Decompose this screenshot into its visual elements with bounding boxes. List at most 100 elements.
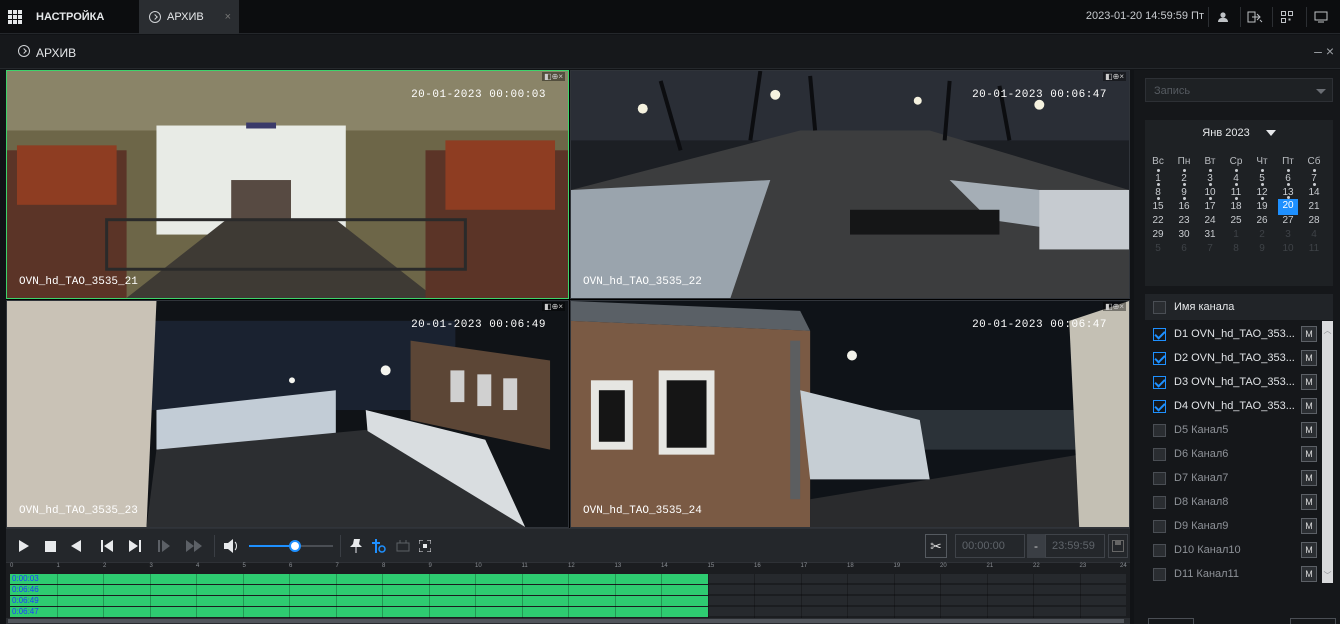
calendar-day[interactable]: 26: [1252, 214, 1272, 228]
previous-frame-icon[interactable]: [98, 536, 116, 556]
timeline-record-segment[interactable]: [10, 574, 708, 584]
calendar-day[interactable]: 18: [1226, 197, 1246, 214]
calendar-day[interactable]: 30: [1174, 228, 1194, 242]
channel-item[interactable]: D6 Канал6 M: [1145, 442, 1323, 466]
timeline-record-segment[interactable]: [10, 607, 708, 617]
calendar-day[interactable]: 27: [1278, 214, 1298, 228]
qr-icon[interactable]: [1272, 7, 1300, 27]
pane-tools[interactable]: ◧⊕×: [1103, 72, 1126, 81]
channel-stream-toggle[interactable]: M: [1301, 398, 1317, 414]
next-frame-icon[interactable]: [126, 536, 144, 556]
grid-menu-icon[interactable]: [8, 10, 22, 24]
channel-item[interactable]: D1 OVN_hd_TAO_353... M: [1145, 322, 1323, 346]
channel-stream-toggle[interactable]: M: [1301, 350, 1317, 366]
stop-icon[interactable]: [42, 536, 58, 556]
channel-stream-toggle[interactable]: M: [1301, 566, 1317, 582]
channel-checkbox[interactable]: [1153, 351, 1166, 365]
channel-item[interactable]: D4 OVN_hd_TAO_353... M: [1145, 394, 1323, 418]
channel-stream-toggle[interactable]: M: [1301, 518, 1317, 534]
calendar-day[interactable]: 24: [1200, 214, 1220, 228]
calendar-day[interactable]: 29: [1148, 228, 1168, 242]
timeline-record-segment[interactable]: [10, 585, 708, 595]
play-icon[interactable]: [16, 536, 32, 556]
panel-button[interactable]: [1290, 618, 1336, 624]
channel-checkbox[interactable]: [1153, 567, 1166, 581]
record-type-select[interactable]: Запись: [1145, 78, 1333, 102]
calendar-day[interactable]: 23: [1174, 214, 1194, 228]
pane-tools[interactable]: ◧⊕×: [1103, 302, 1126, 311]
channel-stream-toggle[interactable]: M: [1301, 542, 1317, 558]
tab-close-icon[interactable]: ×: [225, 11, 231, 23]
channel-checkbox[interactable]: [1153, 423, 1166, 437]
calendar-day[interactable]: 25: [1226, 214, 1246, 228]
channel-item[interactable]: D3 OVN_hd_TAO_353... M: [1145, 370, 1323, 394]
calendar-month-selector[interactable]: Янв 2023: [1145, 120, 1333, 146]
scroll-up-icon[interactable]: ︿: [1323, 325, 1332, 335]
pin-icon[interactable]: [348, 536, 364, 556]
smart-search-icon[interactable]: [370, 536, 388, 556]
channel-scrollbar[interactable]: ︿ ﹀: [1322, 321, 1333, 583]
clip-end-time[interactable]: 23:59:59: [1045, 534, 1105, 558]
channel-list-header[interactable]: Имя канала: [1145, 294, 1333, 320]
calendar-day[interactable]: 19: [1252, 197, 1272, 214]
channel-stream-toggle[interactable]: M: [1301, 446, 1317, 462]
channel-item[interactable]: D8 Канал8 M: [1145, 490, 1323, 514]
timeline-scrollbar[interactable]: [6, 618, 1130, 624]
reverse-play-icon[interactable]: [68, 536, 84, 556]
calendar-day[interactable]: 21: [1304, 200, 1324, 214]
channel-checkbox[interactable]: [1153, 471, 1166, 485]
channel-item[interactable]: D5 Канал5 M: [1145, 418, 1323, 442]
pane-tools[interactable]: ◧⊕×: [542, 72, 565, 81]
video-pane-3[interactable]: 20-01-2023 00:06:49 OVN_hd_TAO_3535_23 ◧…: [6, 300, 569, 528]
slow-play-icon[interactable]: [156, 536, 174, 556]
channel-item[interactable]: D10 Канал10 M: [1145, 538, 1323, 562]
calendar-day[interactable]: 28: [1304, 214, 1324, 228]
fullscreen-icon[interactable]: [1306, 7, 1334, 27]
channel-item[interactable]: D11 Канал11 M: [1145, 562, 1323, 586]
fit-screen-icon[interactable]: [416, 536, 434, 556]
channel-checkbox[interactable]: [1153, 543, 1166, 557]
user-icon[interactable]: [1208, 7, 1236, 27]
timeline-record-segment[interactable]: [10, 596, 708, 606]
channel-checkbox[interactable]: [1153, 327, 1166, 341]
scroll-down-icon[interactable]: ﹀: [1323, 570, 1332, 580]
calendar-day[interactable]: 14: [1304, 183, 1324, 200]
channel-stream-toggle[interactable]: M: [1301, 470, 1317, 486]
panel-button[interactable]: [1148, 618, 1194, 624]
volume-icon[interactable]: [222, 536, 242, 556]
channel-stream-toggle[interactable]: M: [1301, 374, 1317, 390]
channel-stream-toggle[interactable]: M: [1301, 326, 1317, 342]
channel-stream-toggle[interactable]: M: [1301, 422, 1317, 438]
scissors-icon[interactable]: ✂: [925, 534, 947, 558]
channel-checkbox[interactable]: [1153, 399, 1166, 413]
timeline-scroll-thumb[interactable]: [8, 619, 1124, 623]
fast-forward-icon[interactable]: [184, 536, 204, 556]
timeline[interactable]: 0 1 2 3 4 5 6 7 8 9 10 11 12 13 14 15 16 17 18 19 20 21 22 23 24…: [6, 562, 1130, 624]
channel-item[interactable]: D2 OVN_hd_TAO_353... M: [1145, 346, 1323, 370]
pane-tools[interactable]: ◧⊕×: [542, 302, 565, 311]
logout-icon[interactable]: [1240, 7, 1268, 27]
calendar-day[interactable]: 22: [1148, 214, 1168, 228]
clip-start-time[interactable]: 00:00:00: [955, 534, 1025, 558]
timeline-rows[interactable]: 0:00:03 0:06:46 0:06:49 0:06:47: [10, 574, 1126, 618]
calendar-day[interactable]: 15: [1148, 197, 1168, 214]
volume-slider-handle[interactable]: [289, 540, 302, 552]
video-pane-1[interactable]: 20-01-2023 00:00:03 OVN_hd_TAO_3535_21 ◧…: [6, 70, 569, 299]
calendar-day[interactable]: 16: [1174, 197, 1194, 214]
channel-stream-toggle[interactable]: M: [1301, 494, 1317, 510]
save-clip-icon[interactable]: [1108, 534, 1128, 558]
channel-checkbox[interactable]: [1153, 495, 1166, 509]
video-pane-2[interactable]: 20-01-2023 00:06:47 OVN_hd_TAO_3535_22 ◧…: [570, 70, 1130, 299]
sync-icon[interactable]: [394, 536, 412, 556]
calendar-day[interactable]: 17: [1200, 197, 1220, 214]
channel-item[interactable]: D9 Канал9 M: [1145, 514, 1323, 538]
tab-settings[interactable]: НАСТРОЙКА: [8, 0, 138, 34]
volume-slider[interactable]: [249, 540, 333, 552]
video-pane-4[interactable]: 20-01-2023 00:06:47 OVN_hd_TAO_3535_24 ◧…: [570, 300, 1130, 528]
calendar-day-selected[interactable]: 20: [1278, 196, 1298, 215]
window-controls[interactable]: – ×: [1314, 43, 1334, 59]
channel-checkbox[interactable]: [1153, 519, 1166, 533]
tab-archive[interactable]: АРХИВ ×: [139, 0, 239, 34]
channel-item[interactable]: D7 Канал7 M: [1145, 466, 1323, 490]
channel-checkbox[interactable]: [1153, 375, 1166, 389]
